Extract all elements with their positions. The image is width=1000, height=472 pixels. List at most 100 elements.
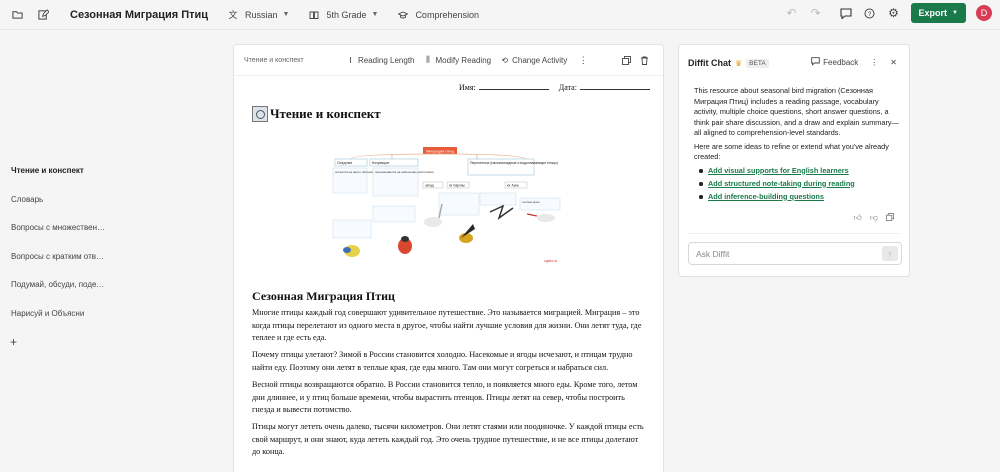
translate-icon: 文 [228, 10, 238, 20]
skill-select[interactable]: Comprehension [396, 8, 479, 22]
grade-select[interactable]: 5th Grade ▼ [307, 8, 378, 22]
message-intro: This resource about seasonal bird migrat… [694, 86, 899, 137]
text-height-icon: Ⅰ [349, 55, 352, 65]
sidebar-item-think-pair-share[interactable]: Подумай, обсуди, поделись [11, 280, 106, 289]
document-toolbar: Чтение и конспект Ⅰ Reading Length ⫼ Mod… [234, 45, 663, 76]
feedback-icon [811, 57, 820, 68]
reading-title: Сезонная Миграция Птиц [252, 289, 395, 303]
activity-crumb: Чтение и конспект [244, 56, 304, 64]
message-ideas: Here are some ideas to refine or extend … [694, 141, 889, 162]
reading-length-label: Reading Length [358, 55, 415, 65]
ask-input[interactable]: Ask Diffit ↑ [688, 242, 902, 265]
name-field[interactable]: Имя: [459, 83, 549, 92]
figure-col1-note: остаются на месте обитания [335, 170, 375, 174]
add-activity-button[interactable]: + [10, 335, 17, 349]
document-panel: Чтение и конспект Ⅰ Reading Length ⫼ Mod… [233, 44, 664, 472]
chat-icon[interactable] [839, 6, 853, 20]
chat-title: Diffit Chat [688, 58, 731, 68]
figure-title: Миграция птиц [426, 149, 455, 154]
migration-infographic: Миграция птиц Оседлые Кочующие Перелетны… [327, 146, 572, 266]
chat-message: This resource about seasonal bird migrat… [694, 86, 899, 205]
settings-gear-icon[interactable]: ⚙ [887, 6, 901, 20]
edit-icon[interactable] [36, 8, 50, 22]
thumbs-up-icon[interactable]: 👍︎ [854, 213, 862, 223]
redo-icon[interactable]: ↷ [809, 6, 823, 20]
chevron-down-icon: ▼ [282, 11, 290, 18]
reading-length-button[interactable]: Ⅰ Reading Length [346, 55, 415, 65]
section-heading: Чтение и конспект [252, 106, 381, 122]
export-button[interactable]: Export ▼ [910, 3, 966, 23]
crown-icon: ♛ [735, 58, 743, 68]
paragraph: Весной птицы возвращаются обратно. В Рос… [252, 379, 638, 415]
copy-icon[interactable] [886, 213, 894, 223]
sidebar-item-vocabulary[interactable]: Словарь [11, 195, 106, 204]
sidebar-item-short-answer[interactable]: Вопросы с кратким ответом [11, 252, 106, 261]
chat-actions: Feedback ⋮ ✕ [811, 57, 897, 68]
thumbs-down-icon[interactable]: 👎︎ [870, 213, 878, 223]
sidebar-item-multiple-choice[interactable]: Вопросы с множественным выбором [11, 223, 106, 232]
suggestion-list: Add visual supports for English learners… [694, 166, 899, 203]
sidebar-item-reading[interactable]: Чтение и конспект [11, 166, 106, 175]
figure-col4: теплые края [522, 200, 540, 204]
divider [688, 233, 900, 234]
beta-badge: BETA [746, 58, 769, 68]
section-heading-text: Чтение и конспект [270, 106, 381, 121]
more-vertical-icon[interactable]: ⋮ [576, 53, 590, 67]
magnifier-icon [252, 106, 268, 122]
figure-col2-note: перемещаются на небольшие расстояния [375, 170, 434, 174]
language-label: Russian [245, 9, 278, 20]
avatar[interactable]: D [976, 5, 992, 21]
trash-icon[interactable] [640, 56, 649, 65]
ask-placeholder: Ask Diffit [696, 248, 730, 259]
date-field[interactable]: Дата: [559, 83, 650, 92]
book-icon [307, 8, 321, 22]
language-select[interactable]: 文 Russian ▼ [226, 8, 290, 22]
undo-icon[interactable]: ↶ [785, 6, 799, 20]
figure-col3-b: юг Европы [449, 184, 466, 188]
reading-passage: Многие птицы каждый год совершают удивит… [252, 307, 647, 464]
suggestion-link-inference[interactable]: Add inference-building questions [708, 192, 824, 201]
sidebar-item-draw-explain[interactable]: Нарисуй и Объясни [11, 309, 106, 318]
name-date-row: Имя: Дата: [459, 83, 650, 92]
list-item: Add visual supports for English learners [694, 166, 899, 177]
message-reactions: 👍︎ 👎︎ [854, 213, 895, 223]
figure-col3-a: запад [425, 184, 434, 188]
chevron-down-icon: ▼ [371, 11, 379, 18]
swap-icon: ⟲ [501, 55, 508, 65]
top-bar: Сезонная Миграция Птиц 文 Russian ▼ 5th G… [0, 0, 1000, 30]
modify-reading-button[interactable]: ⫼ Modify Reading [424, 55, 492, 65]
folder-icon[interactable] [10, 8, 24, 22]
grade-label: 5th Grade [326, 9, 367, 20]
list-item: Add structured note-taking during readin… [694, 179, 899, 190]
feedback-button[interactable]: Feedback [811, 57, 858, 68]
sliders-icon: ⫼ [426, 55, 430, 64]
suggestion-link-note-taking[interactable]: Add structured note-taking during readin… [708, 179, 855, 188]
paragraph: Многие птицы каждый год совершают удивит… [252, 308, 642, 343]
document-title[interactable]: Сезонная Миграция Птиц [70, 9, 208, 21]
figure-watermark: ogivio.ru [544, 259, 557, 263]
close-icon[interactable]: ✕ [890, 58, 897, 67]
export-label: Export [918, 8, 948, 18]
change-activity-label: Change Activity [512, 55, 568, 65]
graduation-cap-icon [396, 8, 410, 22]
figure-col3-c: юг Азии [507, 184, 519, 188]
list-item: Add inference-building questions [694, 192, 899, 203]
help-icon[interactable]: ? [863, 6, 877, 20]
feedback-label: Feedback [823, 58, 859, 67]
figure-col3: Перелетные (насекомоядные и водоплавающи… [470, 161, 558, 165]
suggestion-link-visual-supports[interactable]: Add visual supports for English learners [708, 166, 849, 175]
chat-panel: Diffit Chat ♛ BETA Feedback ⋮ ✕ This res… [678, 44, 910, 277]
skill-label: Comprehension [415, 9, 479, 20]
activity-sidebar: Чтение и конспект Словарь Вопросы с множ… [0, 31, 110, 472]
svg-text:?: ? [868, 11, 872, 18]
figure-col2: Кочующие [372, 161, 389, 165]
figure-col1: Оседлые [337, 161, 352, 165]
change-activity-button[interactable]: ⟲ Change Activity [500, 56, 567, 65]
chat-header: Diffit Chat ♛ BETA [688, 58, 769, 68]
modify-reading-label: Modify Reading [435, 55, 492, 65]
paragraph: Почему птицы улетают? Зимой в России ста… [252, 350, 633, 372]
more-vertical-icon[interactable]: ⋮ [870, 58, 878, 67]
copy-icon[interactable] [622, 56, 631, 65]
paragraph: Птицы могут лететь очень далеко, тысячи … [252, 422, 644, 457]
send-arrow-icon[interactable]: ↑ [882, 246, 898, 261]
